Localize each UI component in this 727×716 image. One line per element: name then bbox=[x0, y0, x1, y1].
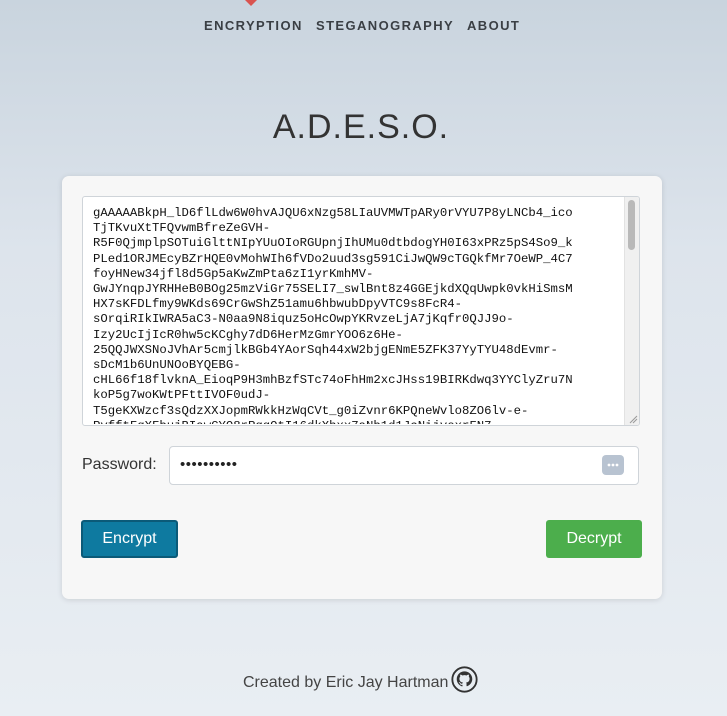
password-value[interactable]: •••••••••• bbox=[180, 456, 238, 473]
resize-grip-icon[interactable] bbox=[628, 414, 638, 424]
encryption-card: gAAAAABkpH_lD6flLdw6W0hvAJQU6xNzg58LIaUV… bbox=[62, 176, 662, 599]
decrypt-button[interactable]: Decrypt bbox=[546, 520, 642, 558]
nav-encryption[interactable]: ENCRYPTION bbox=[204, 18, 303, 33]
encrypt-button[interactable]: Encrypt bbox=[81, 520, 178, 558]
nav-about[interactable]: ABOUT bbox=[467, 18, 520, 33]
footer-credit: Created by Eric Jay Hartman bbox=[243, 674, 449, 691]
textarea-scrollbar[interactable] bbox=[624, 197, 639, 425]
password-field[interactable]: •••••••••• bbox=[169, 446, 639, 485]
ciphertext-content[interactable]: gAAAAABkpH_lD6flLdw6W0hvAJQU6xNzg58LIaUV… bbox=[93, 206, 618, 424]
page-title: A.D.E.S.O. bbox=[272, 108, 450, 146]
top-nav: ENCRYPTION STEGANOGRAPHY ABOUT bbox=[0, 0, 727, 52]
password-manager-icon[interactable] bbox=[602, 455, 624, 475]
scrollbar-thumb[interactable] bbox=[628, 200, 635, 250]
ciphertext-textarea[interactable]: gAAAAABkpH_lD6flLdw6W0hvAJQU6xNzg58LIaUV… bbox=[82, 196, 640, 426]
github-icon[interactable] bbox=[451, 666, 478, 693]
active-nav-indicator bbox=[245, 0, 257, 6]
password-label: Password: bbox=[82, 456, 157, 473]
nav-steganography[interactable]: STEGANOGRAPHY bbox=[316, 18, 454, 33]
